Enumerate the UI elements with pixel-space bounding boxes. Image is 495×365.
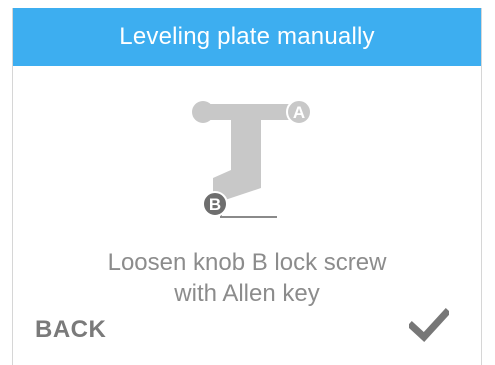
title-bar: Leveling plate manually — [13, 8, 481, 66]
instruction-line-2: with Allen key — [174, 280, 320, 307]
instruction-line-1: Loosen knob B lock screw — [107, 249, 387, 276]
leveling-screen: Leveling plate manually A B Loosen knob … — [12, 8, 482, 365]
knob-b-marker: B — [202, 191, 228, 217]
knob-a-marker: A — [286, 99, 312, 125]
back-button[interactable]: BACK — [35, 316, 106, 344]
checkmark-icon[interactable] — [409, 306, 449, 346]
plate-line-shape — [220, 205, 277, 218]
page-title: Leveling plate manually — [119, 23, 375, 50]
knob-b-label: B — [209, 195, 221, 214]
leveling-diagram: A B — [192, 99, 312, 218]
knob-a-label: A — [293, 103, 305, 122]
instruction-text: Loosen knob B lock screw with Allen key — [13, 247, 481, 309]
